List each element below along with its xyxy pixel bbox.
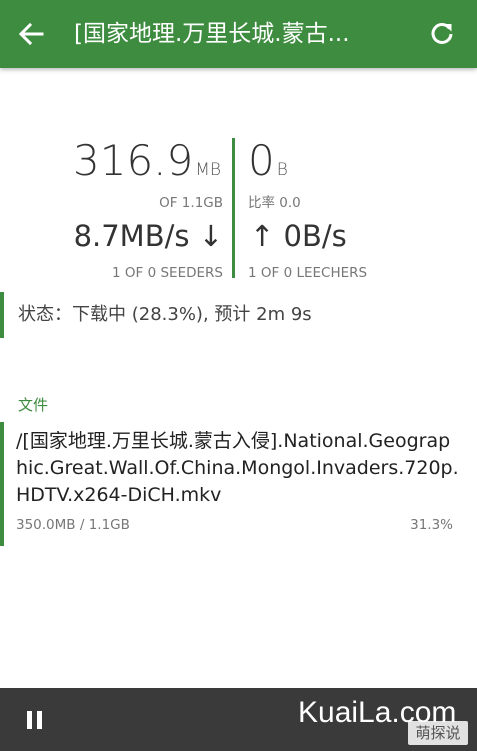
downloaded-value: 316.9 — [73, 136, 194, 185]
status-row: 状态：下载中 (28.3%), 预计 2m 9s — [0, 292, 477, 338]
file-accent-bar — [0, 422, 4, 546]
upload-speed: ↑ 0B/s — [250, 219, 347, 253]
uploaded-amount: 0B — [248, 137, 288, 194]
downloaded-unit: MB — [195, 160, 222, 180]
file-name: /[国家地理.万里长城.蒙古入侵].National.Geographic.Gr… — [16, 430, 459, 506]
watermark-badge: 萌探说 — [408, 721, 468, 745]
file-percent: 31.3% — [410, 517, 453, 533]
leechers-count: 1 OF 0 LEECHERS — [248, 265, 368, 281]
downloaded-of: OF 1.1GB — [159, 195, 223, 211]
file-list-item[interactable]: /[国家地理.万里长城.蒙古入侵].National.Geographic.Gr… — [0, 422, 477, 546]
share-ratio: 比率 0.0 — [248, 195, 301, 211]
uploaded-value: 0 — [248, 136, 275, 185]
status-accent-bar — [0, 292, 4, 338]
back-button[interactable] — [16, 20, 46, 48]
status-text: 状态：下载中 (28.3%), 预计 2m 9s — [18, 304, 312, 325]
torrent-title: [国家地理.万里长城.蒙古... — [74, 21, 350, 47]
arrow-left-icon — [18, 22, 44, 46]
download-speed: 8.7MB/s ↓ — [73, 219, 223, 253]
app-bar: [国家地理.万里长城.蒙古... — [0, 0, 477, 68]
uploaded-unit: B — [276, 160, 288, 180]
downloaded-amount: 316.9 MB — [73, 137, 221, 194]
bottom-bar: KuaiLa.com 萌探说 — [0, 688, 477, 751]
files-section-label: 文件 — [18, 396, 49, 414]
refresh-button[interactable] — [427, 19, 457, 49]
stats-divider — [232, 138, 235, 278]
file-size: 350.0MB / 1.1GB — [16, 517, 130, 533]
pause-icon — [27, 711, 42, 729]
seeders-count: 1 OF 0 SEEDERS — [112, 265, 223, 281]
refresh-icon — [431, 23, 453, 44]
pause-button[interactable] — [20, 708, 50, 732]
